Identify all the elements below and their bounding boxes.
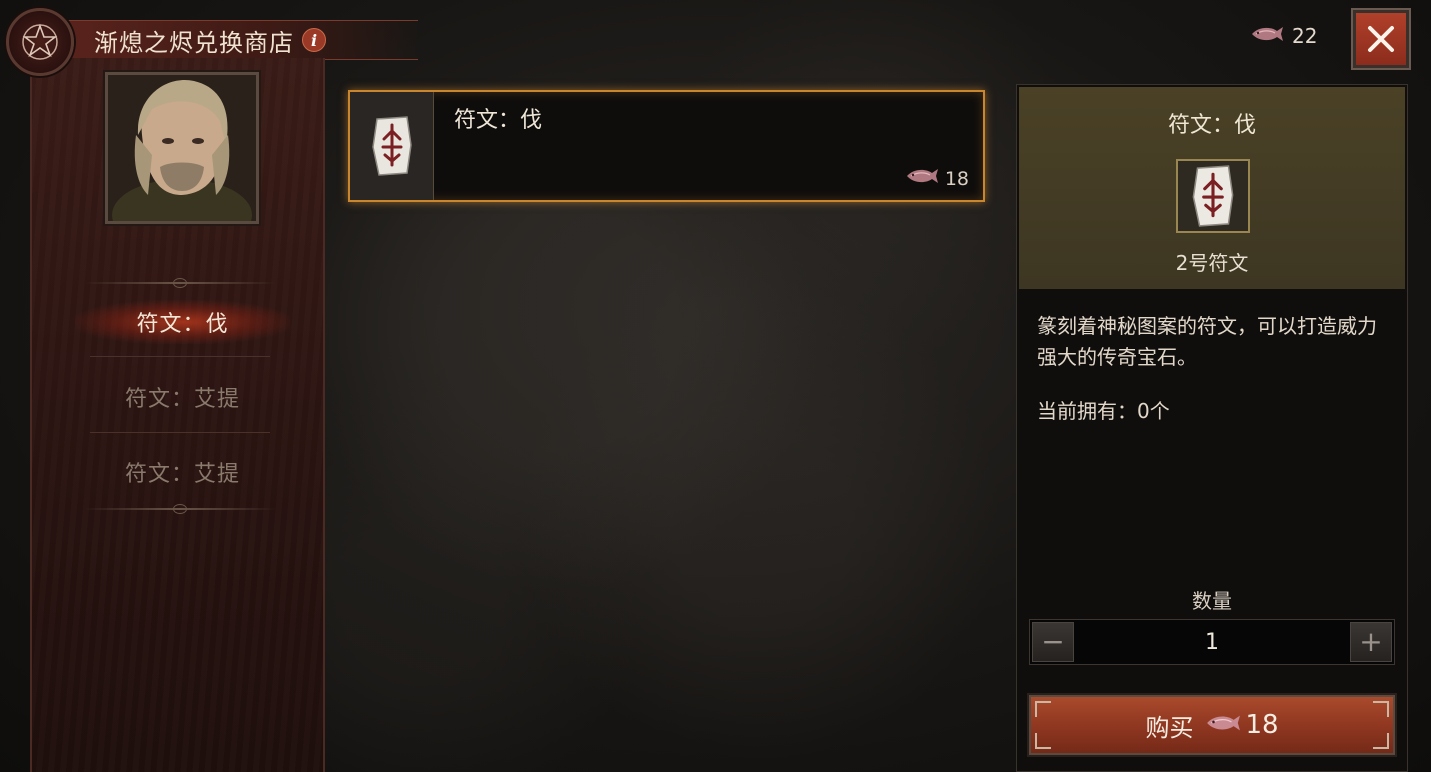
ember-fish-icon — [905, 167, 939, 190]
sidebar-item-rune-aiti-1[interactable]: 符文：艾提 — [75, 375, 290, 419]
item-icon-cell — [350, 92, 434, 200]
sidebar-separator — [90, 432, 270, 433]
pentagram-emblem-icon — [6, 8, 74, 76]
sidebar-item-rune-aiti-2[interactable]: 符文：艾提 — [75, 450, 290, 494]
quantity-stepper: − 1 + — [1029, 619, 1395, 665]
sidebar-divider-top — [85, 278, 275, 288]
buy-label: 购买 — [1145, 713, 1194, 742]
item-detail-panel: 符文：伐 2号符文 篆刻着神秘图案的符文，可以打造威力强大的传奇宝石。 当前拥有… — [1016, 84, 1408, 772]
minus-icon: − — [1041, 625, 1065, 658]
buy-button[interactable]: 购买 18 — [1027, 693, 1397, 757]
owned-count: 当前拥有：0个 — [1037, 399, 1170, 423]
detail-item-icon-frame — [1176, 159, 1250, 233]
item-price-value: 18 — [944, 167, 969, 190]
page-title: 渐熄之烬兑换商店 — [94, 28, 294, 57]
quantity-decrease-button[interactable]: − — [1032, 622, 1074, 662]
corner-ornament — [1373, 733, 1389, 749]
detail-description: 篆刻着神秘图案的符文，可以打造威力强大的传奇宝石。 — [1037, 314, 1377, 369]
detail-subtitle: 2号符文 — [1175, 251, 1249, 275]
quantity-value[interactable]: 1 — [1074, 620, 1350, 664]
shop-item-rune-fa[interactable]: 符文：伐 18 — [348, 90, 985, 202]
close-icon — [1368, 26, 1394, 52]
detail-header: 符文：伐 2号符文 — [1019, 87, 1405, 289]
item-price: 18 — [905, 167, 969, 190]
title-plate: 渐熄之烬兑换商店 i — [58, 20, 418, 60]
sidebar-divider-bottom — [85, 504, 275, 514]
corner-ornament — [1035, 733, 1051, 749]
close-button[interactable] — [1351, 8, 1411, 70]
ember-fish-icon — [1250, 25, 1284, 47]
info-icon[interactable]: i — [302, 28, 326, 52]
rune-icon — [1192, 165, 1234, 227]
corner-ornament — [1373, 701, 1389, 717]
rune-icon — [371, 116, 412, 176]
quantity-increase-button[interactable]: + — [1350, 622, 1392, 662]
merchant-portrait — [103, 70, 261, 226]
buy-price-value: 18 — [1245, 710, 1279, 740]
detail-title: 符文：伐 — [1167, 113, 1256, 138]
corner-ornament — [1035, 701, 1051, 717]
sidebar-item-label: 符文：艾提 — [124, 462, 240, 487]
ember-fish-icon — [1205, 710, 1241, 740]
sidebar-item-rune-fa[interactable]: 符文：伐 — [75, 300, 290, 344]
quantity-label: 数量 — [1192, 589, 1232, 613]
currency-amount: 22 — [1292, 24, 1318, 48]
plus-icon: + — [1359, 625, 1383, 658]
currency-display: 22 — [1250, 24, 1317, 48]
buy-price: 18 — [1205, 710, 1279, 740]
sidebar-item-label: 符文：艾提 — [124, 387, 240, 412]
item-name: 符文：伐 — [454, 108, 543, 133]
sidebar-separator — [90, 356, 270, 357]
sidebar-item-label: 符文：伐 — [136, 312, 229, 337]
